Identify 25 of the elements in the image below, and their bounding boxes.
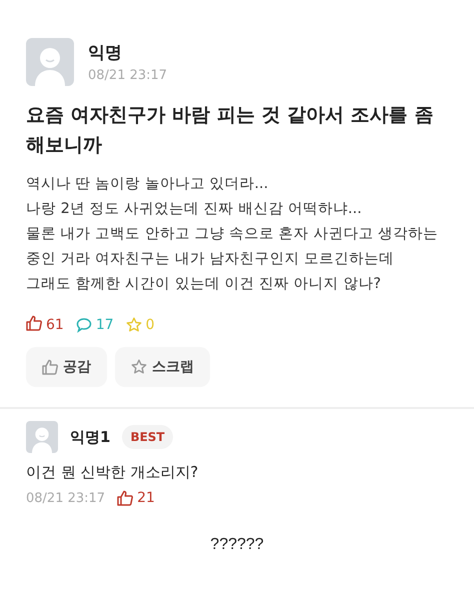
like-button[interactable]: 공감 <box>26 347 107 387</box>
body-text: 나랑 2년 정도 사귀었는데 진짜 배신감 어떡하냐... <box>26 200 363 219</box>
body-text: 그래도 함께한 시간이 있는데 이건 진짜 아니지 않나? <box>26 275 382 294</box>
stat-count: 61 <box>46 317 64 333</box>
comment-text: 이건 뭔 신박한 개소리지? <box>26 463 200 482</box>
avatar-icon <box>26 421 58 453</box>
avatar-icon <box>26 38 74 86</box>
comment-author: 익명1 <box>70 428 110 446</box>
stat-count: 0 <box>146 317 155 333</box>
body-text: 물론 내가 고백도 안하고 그냥 속으로 혼자 사귄다고 생각하는 <box>26 225 439 244</box>
post-time: 08/21 23:17 <box>88 68 168 83</box>
body-text: 중인 거라 여자친구는 내가 남자친구인지 모르긴하는데 <box>26 250 396 269</box>
author-name: 익명 <box>88 42 123 64</box>
scrap-button[interactable]: 스크랩 <box>115 347 210 387</box>
like-count: 21 <box>137 490 155 506</box>
stat-count: 17 <box>96 317 114 333</box>
thumbs-up-icon <box>117 490 134 506</box>
comment-time: 08/21 23:17 <box>26 490 106 506</box>
thumbs-up-icon <box>26 315 42 331</box>
star-icon <box>131 359 147 375</box>
body-text: 역시나 딴 놈이랑 놀아나고 있더라... <box>26 175 270 194</box>
best-badge: BEST <box>122 425 173 449</box>
thumbs-up-icon <box>42 359 58 375</box>
caption-text: ?????? <box>209 536 265 554</box>
post-title: 요즘 여자친구가 바람 피는 것 같아서 조사를 좀 해보니까 <box>26 103 434 158</box>
